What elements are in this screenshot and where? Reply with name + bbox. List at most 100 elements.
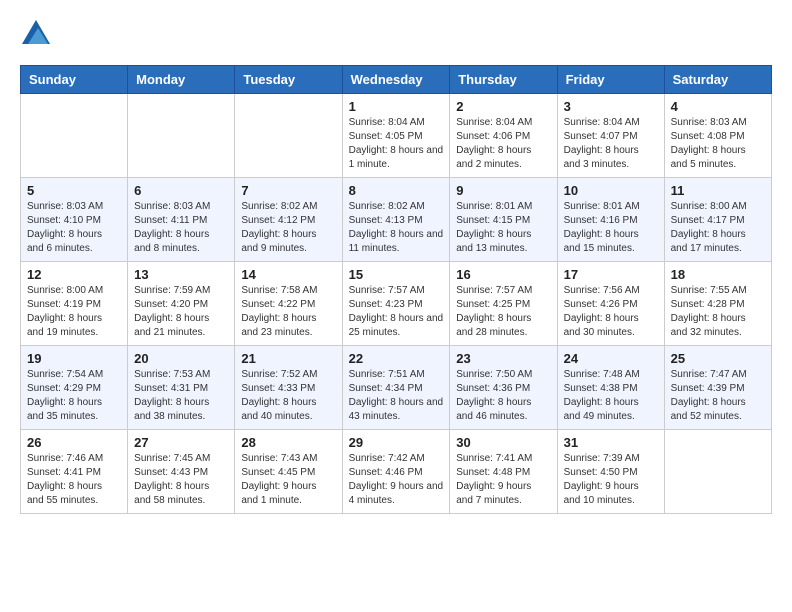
day-number: 16 [456, 267, 550, 282]
calendar-table: SundayMondayTuesdayWednesdayThursdayFrid… [20, 65, 772, 514]
calendar-cell: 14Sunrise: 7:58 AM Sunset: 4:22 PM Dayli… [235, 262, 342, 346]
calendar-cell: 17 Sunrise: 7:56 AM Sunset: 4:26 PM Dayli… [557, 262, 664, 346]
calendar-cell: 4 Sunrise: 8:03 AM Sunset: 4:08 PM Daylig… [664, 94, 771, 178]
day-number: 2 [456, 99, 550, 114]
calendar-cell: 29 Sunrise: 7:42 AM Sunset: 4:46 PM Dayli… [342, 430, 450, 514]
calendar-cell: 10 Sunrise: 8:01 AM Sunset: 4:16 PM Dayli… [557, 178, 664, 262]
calendar-week-row: 26Sunrise: 7:46 AM Sunset: 4:41 PM Dayli… [21, 430, 772, 514]
day-number: 24 [564, 351, 658, 366]
day-number: 28 [241, 435, 335, 450]
calendar-cell [128, 94, 235, 178]
page-header [20, 20, 772, 49]
day-info: Sunrise: 7:57 AM Sunset: 4:25 PM Dayligh… [456, 284, 550, 340]
day-info: Sunrise: 7:58 AM Sunset: 4:22 PM Dayligh… [241, 284, 335, 340]
calendar-cell: 26Sunrise: 7:46 AM Sunset: 4:41 PM Dayli… [21, 430, 128, 514]
day-info: Sunrise: 7:48 AM Sunset: 4:38 PM Dayligh… [564, 368, 658, 424]
day-number: 31 [564, 435, 658, 450]
day-number: 23 [456, 351, 550, 366]
day-number: 19 [27, 351, 121, 366]
calendar-cell: 6 Sunrise: 8:03 AM Sunset: 4:11 PM Daylig… [128, 178, 235, 262]
calendar-cell: 24 Sunrise: 7:48 AM Sunset: 4:38 PM Dayli… [557, 346, 664, 430]
day-info: Sunrise: 7:57 AM Sunset: 4:23 PM Dayligh… [349, 284, 444, 340]
day-info: Sunrise: 7:39 AM Sunset: 4:50 PM Dayligh… [564, 452, 658, 508]
day-info: Sunrise: 7:46 AM Sunset: 4:41 PM Dayligh… [27, 452, 121, 508]
day-number: 30 [456, 435, 550, 450]
calendar-header-saturday: Saturday [664, 66, 771, 94]
day-number: 21 [241, 351, 335, 366]
calendar-cell: 7 Sunrise: 8:02 AM Sunset: 4:12 PM Daylig… [235, 178, 342, 262]
day-info: Sunrise: 8:03 AM Sunset: 4:10 PM Dayligh… [27, 200, 121, 256]
day-info: Sunrise: 8:04 AM Sunset: 4:05 PM Dayligh… [349, 116, 444, 172]
day-info: Sunrise: 8:01 AM Sunset: 4:16 PM Dayligh… [564, 200, 658, 256]
logo-icon [22, 20, 50, 44]
day-info: Sunrise: 7:43 AM Sunset: 4:45 PM Dayligh… [241, 452, 335, 508]
calendar-week-row: 1 Sunrise: 8:04 AM Sunset: 4:05 PM Daylig… [21, 94, 772, 178]
day-info: Sunrise: 7:41 AM Sunset: 4:48 PM Dayligh… [456, 452, 550, 508]
calendar-cell: 31 Sunrise: 7:39 AM Sunset: 4:50 PM Dayli… [557, 430, 664, 514]
day-number: 22 [349, 351, 444, 366]
day-info: Sunrise: 7:51 AM Sunset: 4:34 PM Dayligh… [349, 368, 444, 424]
calendar-header-tuesday: Tuesday [235, 66, 342, 94]
calendar-cell: 13 Sunrise: 7:59 AM Sunset: 4:20 PM Dayli… [128, 262, 235, 346]
day-info: Sunrise: 7:42 AM Sunset: 4:46 PM Dayligh… [349, 452, 444, 508]
day-info: Sunrise: 7:56 AM Sunset: 4:26 PM Dayligh… [564, 284, 658, 340]
calendar-header-wednesday: Wednesday [342, 66, 450, 94]
calendar-cell: 15 Sunrise: 7:57 AM Sunset: 4:23 PM Dayli… [342, 262, 450, 346]
calendar-cell [664, 430, 771, 514]
calendar-cell: 8Sunrise: 8:02 AM Sunset: 4:13 PM Daylig… [342, 178, 450, 262]
day-number: 5 [27, 183, 121, 198]
calendar-header-friday: Friday [557, 66, 664, 94]
day-info: Sunrise: 8:02 AM Sunset: 4:12 PM Dayligh… [241, 200, 335, 256]
day-info: Sunrise: 7:52 AM Sunset: 4:33 PM Dayligh… [241, 368, 335, 424]
calendar-cell: 9 Sunrise: 8:01 AM Sunset: 4:15 PM Daylig… [450, 178, 557, 262]
calendar-header-thursday: Thursday [450, 66, 557, 94]
calendar-cell: 19 Sunrise: 7:54 AM Sunset: 4:29 PM Dayli… [21, 346, 128, 430]
calendar-cell: 5 Sunrise: 8:03 AM Sunset: 4:10 PM Daylig… [21, 178, 128, 262]
calendar-cell: 11 Sunrise: 8:00 AM Sunset: 4:17 PM Dayli… [664, 178, 771, 262]
calendar-week-row: 12Sunrise: 8:00 AM Sunset: 4:19 PM Dayli… [21, 262, 772, 346]
calendar-cell: 30 Sunrise: 7:41 AM Sunset: 4:48 PM Dayli… [450, 430, 557, 514]
day-number: 8 [349, 183, 444, 198]
day-info: Sunrise: 8:04 AM Sunset: 4:07 PM Dayligh… [564, 116, 658, 172]
day-number: 9 [456, 183, 550, 198]
day-info: Sunrise: 7:50 AM Sunset: 4:36 PM Dayligh… [456, 368, 550, 424]
day-info: Sunrise: 8:03 AM Sunset: 4:08 PM Dayligh… [671, 116, 765, 172]
day-number: 17 [564, 267, 658, 282]
day-number: 29 [349, 435, 444, 450]
logo [20, 20, 50, 49]
calendar-cell: 3Sunrise: 8:04 AM Sunset: 4:07 PM Daylig… [557, 94, 664, 178]
calendar-header-sunday: Sunday [21, 66, 128, 94]
day-info: Sunrise: 7:54 AM Sunset: 4:29 PM Dayligh… [27, 368, 121, 424]
day-number: 6 [134, 183, 228, 198]
day-info: Sunrise: 8:03 AM Sunset: 4:11 PM Dayligh… [134, 200, 228, 256]
day-number: 1 [349, 99, 444, 114]
calendar-cell: 22 Sunrise: 7:51 AM Sunset: 4:34 PM Dayli… [342, 346, 450, 430]
day-number: 20 [134, 351, 228, 366]
day-info: Sunrise: 7:45 AM Sunset: 4:43 PM Dayligh… [134, 452, 228, 508]
day-info: Sunrise: 7:55 AM Sunset: 4:28 PM Dayligh… [671, 284, 765, 340]
calendar-header-monday: Monday [128, 66, 235, 94]
day-number: 13 [134, 267, 228, 282]
day-number: 4 [671, 99, 765, 114]
day-info: Sunrise: 7:59 AM Sunset: 4:20 PM Dayligh… [134, 284, 228, 340]
calendar-week-row: 19 Sunrise: 7:54 AM Sunset: 4:29 PM Dayli… [21, 346, 772, 430]
day-number: 18 [671, 267, 765, 282]
day-info: Sunrise: 8:00 AM Sunset: 4:19 PM Dayligh… [27, 284, 121, 340]
day-info: Sunrise: 8:01 AM Sunset: 4:15 PM Dayligh… [456, 200, 550, 256]
calendar-cell: 25 Sunrise: 7:47 AM Sunset: 4:39 PM Dayli… [664, 346, 771, 430]
day-info: Sunrise: 8:00 AM Sunset: 4:17 PM Dayligh… [671, 200, 765, 256]
calendar-cell: 21 Sunrise: 7:52 AM Sunset: 4:33 PM Dayli… [235, 346, 342, 430]
day-number: 10 [564, 183, 658, 198]
calendar-cell: 2Sunrise: 8:04 AM Sunset: 4:06 PM Daylig… [450, 94, 557, 178]
day-number: 15 [349, 267, 444, 282]
day-number: 7 [241, 183, 335, 198]
day-number: 25 [671, 351, 765, 366]
calendar-cell [21, 94, 128, 178]
calendar-week-row: 5 Sunrise: 8:03 AM Sunset: 4:10 PM Daylig… [21, 178, 772, 262]
calendar-cell: 28 Sunrise: 7:43 AM Sunset: 4:45 PM Dayli… [235, 430, 342, 514]
day-info: Sunrise: 7:47 AM Sunset: 4:39 PM Dayligh… [671, 368, 765, 424]
calendar-cell: 18 Sunrise: 7:55 AM Sunset: 4:28 PM Dayli… [664, 262, 771, 346]
calendar-cell: 12Sunrise: 8:00 AM Sunset: 4:19 PM Dayli… [21, 262, 128, 346]
calendar-cell [235, 94, 342, 178]
day-number: 11 [671, 183, 765, 198]
